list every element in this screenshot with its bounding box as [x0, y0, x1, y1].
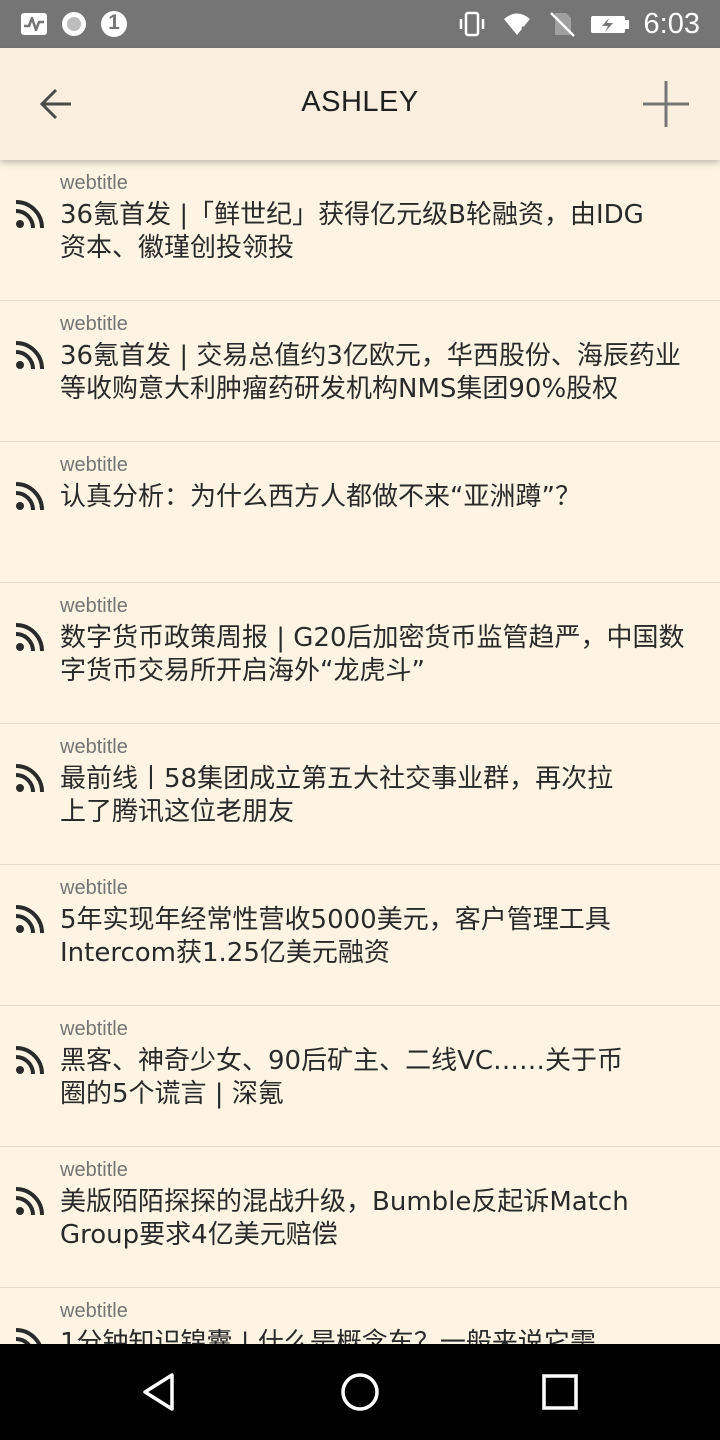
feed-item-title-line2: 字货币交易所开启海外“龙虎斗” — [60, 656, 425, 686]
feed-item-title: 认真分析：为什么西方人都做不来“亚洲蹲”？ — [60, 481, 720, 514]
square-recents-icon — [542, 1374, 578, 1410]
feed-item-title-line1: 36氪首发 | 交易总值约3亿欧元，华西股份、海辰药业 — [60, 341, 681, 371]
plus-icon — [643, 81, 689, 127]
app-bar: ASHLEY — [0, 48, 720, 160]
activity-icon — [21, 13, 47, 35]
rss-icon — [15, 482, 44, 511]
feed-item[interactable]: webtitle 认真分析：为什么西方人都做不来“亚洲蹲”？ — [0, 442, 720, 583]
rss-icon — [15, 1187, 44, 1216]
feed-item-title-line1: 最前线丨58集团成立第五大社交事业群，再次拉 — [60, 764, 614, 794]
rss-icon — [15, 341, 44, 370]
feed-item-title: 1分钟知识锦囊 | 什么是概念车？一般来说它需 — [60, 1327, 720, 1344]
feed-item-title-line1: 36氪首发 |「鲜世纪」获得亿元级B轮融资，由IDG — [60, 200, 644, 230]
feed-item-title: 黑客、神奇少女、90后矿主、二线VC……关于币 圈的5个谎言 | 深氪 — [60, 1045, 720, 1111]
feed-item-title: 美版陌陌探探的混战升级，Bumble反起诉Match Group要求4亿美元赔偿 — [60, 1186, 720, 1252]
feed-item-title-line2: Group要求4亿美元赔偿 — [60, 1220, 338, 1250]
feed-item-title-line2: Intercom获1.25亿美元融资 — [60, 938, 390, 968]
nav-recents-button[interactable] — [532, 1368, 588, 1416]
badge-number: 1 — [108, 11, 120, 34]
feed-item[interactable]: webtitle 数字货币政策周报 | G20后加密货币监管趋严，中国数 字货币… — [0, 583, 720, 724]
navigation-bar — [0, 1344, 720, 1440]
feed-item-source: webtitle — [60, 595, 128, 617]
feed-item-source: webtitle — [60, 736, 128, 758]
rss-icon — [15, 1328, 42, 1344]
clock: 6:03 — [643, 7, 700, 40]
feed-item-title: 最前线丨58集团成立第五大社交事业群，再次拉 上了腾讯这位老朋友 — [60, 763, 720, 829]
feed-item-source: webtitle — [60, 313, 128, 335]
feed-item-source: webtitle — [60, 1300, 128, 1322]
rss-icon — [15, 905, 44, 934]
notification-icons: 1 — [20, 10, 128, 38]
feed-item-title-line1: 5年实现年经常性营收5000美元，客户管理工具 — [60, 905, 611, 935]
system-icons: 6:03 — [458, 6, 700, 42]
page-title: ASHLEY — [301, 86, 419, 118]
feed-item[interactable]: webtitle 黑客、神奇少女、90后矿主、二线VC……关于币 圈的5个谎言 … — [0, 1006, 720, 1147]
feed-item-title-line1: 认真分析：为什么西方人都做不来“亚洲蹲”？ — [60, 482, 581, 512]
rss-icon — [15, 1046, 44, 1075]
feed-item-title: 36氪首发 |「鲜世纪」获得亿元级B轮融资，由IDG 资本、徽瑾创投领投 — [60, 199, 720, 265]
feed-item-title-line2: 圈的5个谎言 | 深氪 — [60, 1079, 284, 1109]
feed-item[interactable]: webtitle 最前线丨58集团成立第五大社交事业群，再次拉 上了腾讯这位老朋… — [0, 724, 720, 865]
battery-charging-icon — [590, 16, 629, 33]
feed-item-source: webtitle — [60, 454, 128, 476]
feed-item-title-line1: 数字货币政策周报 | G20后加密货币监管趋严，中国数 — [60, 623, 685, 653]
vibrate-icon — [459, 11, 484, 37]
rss-icon — [15, 764, 44, 793]
nav-home-button[interactable] — [332, 1368, 388, 1416]
feed-list[interactable]: webtitle 36氪首发 |「鲜世纪」获得亿元级B轮融资，由IDG 资本、徽… — [0, 160, 720, 1344]
feed-item-title-line2: 资本、徽瑾创投领投 — [60, 233, 295, 263]
feed-item[interactable]: webtitle 5年实现年经常性营收5000美元，客户管理工具 Interco… — [0, 865, 720, 1006]
circle-home-icon — [341, 1373, 379, 1411]
rss-icon — [15, 623, 44, 652]
feed-item[interactable]: webtitle 美版陌陌探探的混战升级，Bumble反起诉Match Grou… — [0, 1147, 720, 1288]
feed-item[interactable]: webtitle 1分钟知识锦囊 | 什么是概念车？一般来说它需 — [0, 1288, 720, 1344]
feed-item-title: 36氪首发 | 交易总值约3亿欧元，华西股份、海辰药业 等收购意大利肿瘤药研发机… — [60, 340, 720, 406]
no-sim-icon — [549, 12, 575, 37]
feed-item-source: webtitle — [60, 877, 128, 899]
feed-item-title-line1: 美版陌陌探探的混战升级，Bumble反起诉Match — [60, 1187, 629, 1217]
feed-item-title-line1: 黑客、神奇少女、90后矿主、二线VC……关于币 — [60, 1046, 624, 1076]
triangle-back-icon — [143, 1373, 174, 1411]
feed-item-title: 数字货币政策周报 | G20后加密货币监管趋严，中国数 字货币交易所开启海外“龙… — [60, 622, 720, 688]
feed-item-title: 5年实现年经常性营收5000美元，客户管理工具 Intercom获1.25亿美元… — [60, 904, 720, 970]
rss-icon — [15, 200, 44, 229]
feed-item[interactable]: webtitle 36氪首发 |「鲜世纪」获得亿元级B轮融资，由IDG 资本、徽… — [0, 160, 720, 301]
feed-item-title-line2: 上了腾讯这位老朋友 — [60, 797, 295, 827]
circle-icon — [62, 12, 86, 36]
feed-item[interactable]: webtitle 36氪首发 | 交易总值约3亿欧元，华西股份、海辰药业 等收购… — [0, 301, 720, 442]
feed-item-title-line2: 等收购意大利肿瘤药研发机构NMS集团90%股权 — [60, 374, 619, 404]
feed-item-source: webtitle — [60, 1159, 128, 1181]
feed-item-source: webtitle — [60, 1018, 128, 1040]
number-badge-icon: 1 — [100, 10, 128, 38]
wifi-icon — [503, 13, 530, 35]
add-button[interactable] — [636, 74, 696, 134]
status-bar: 1 6:03 — [0, 0, 720, 48]
feed-item-title-line1: 1分钟知识锦囊 | 什么是概念车？一般来说它需 — [60, 1328, 596, 1344]
nav-back-button[interactable] — [132, 1368, 188, 1416]
feed-item-source: webtitle — [60, 172, 128, 194]
